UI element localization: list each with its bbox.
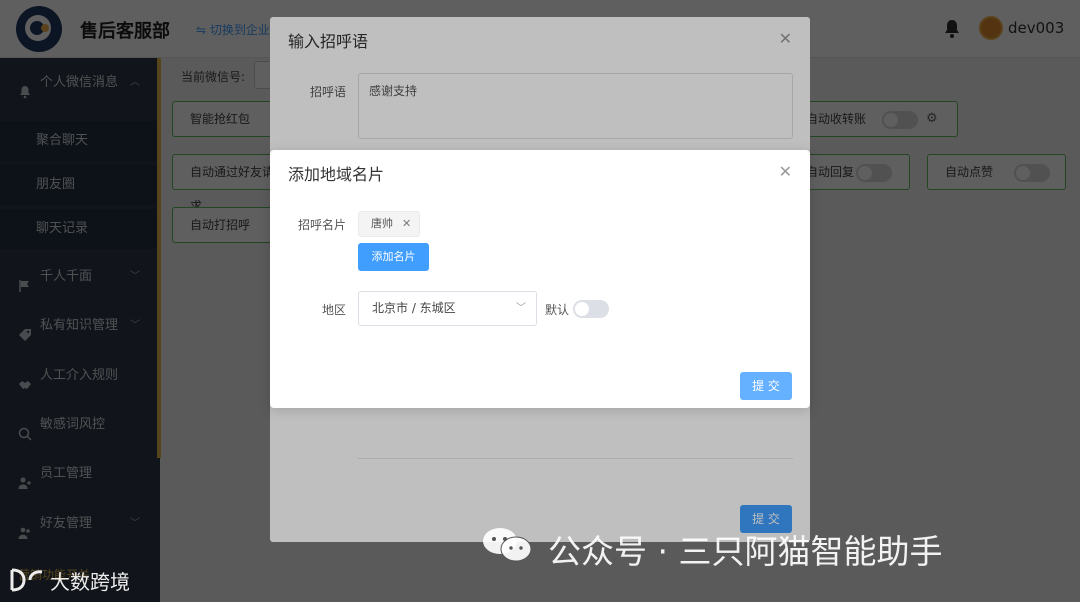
brand-logo-icon [8,566,48,594]
region-select[interactable]: 北京市 / 东城区 ﹀ [358,291,537,326]
card-tag: 唐帅 ✕ [358,211,421,237]
region-dialog-title: 添加地域名片 [288,165,385,184]
wechat-logo-icon [480,525,536,565]
card-tag-label: 唐帅 [371,217,393,230]
region-submit-button[interactable]: 提 交 [740,372,792,400]
add-card-button[interactable]: 添加名片 [358,243,429,271]
region-label: 地区 [322,303,347,317]
watermark-left-text: 大数跨境 [50,570,130,594]
default-label: 默认 [545,303,570,317]
close-icon[interactable]: ✕ [779,162,792,181]
region-card-dialog: 添加地域名片 ✕ 招呼名片 唐帅 ✕ 添加名片 地区 北京市 / 东城区 ﹀ 默认… [270,150,810,408]
tag-close-icon[interactable]: ✕ [402,217,411,230]
region-select-value: 北京市 / 东城区 [372,301,456,315]
watermark-right-text: 公众号 · 三只阿猫智能助手 [548,532,943,571]
default-toggle[interactable] [573,300,609,318]
chevron-down-icon: ﹀ [516,303,526,314]
greeting-card-label: 招呼名片 [298,218,347,232]
